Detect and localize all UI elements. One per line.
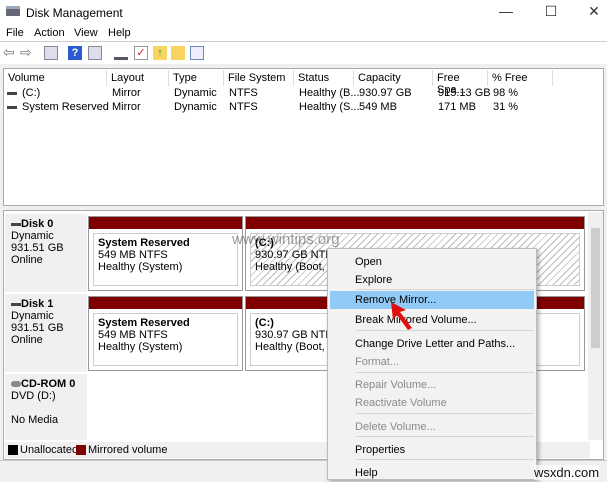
menu-item-change-drive-letter[interactable]: Change Drive Letter and Paths...	[328, 335, 536, 353]
cell-free-space: 915.13 GB	[438, 87, 491, 99]
disk-icon	[11, 302, 21, 306]
minimize-button[interactable]: —	[491, 3, 521, 21]
menu-view[interactable]: View	[74, 27, 98, 39]
partition-status: Healthy (System)	[98, 261, 183, 273]
menu-action[interactable]: Action	[34, 27, 65, 39]
column-file-system[interactable]: File System	[224, 70, 294, 86]
disk-name: CD-ROM 0	[21, 378, 76, 390]
menu-bar: File Action View Help	[0, 24, 607, 42]
partition-size: 549 MB NTFS	[98, 249, 168, 261]
legend-swatch-unallocated	[8, 445, 18, 455]
menu-item-break-mirrored-volume[interactable]: Break Mirrored Volume...	[328, 311, 536, 329]
context-menu: Open Explore Remove Mirror... Break Mirr…	[327, 248, 537, 480]
partition-status: Healthy (System)	[98, 341, 183, 353]
disk-type: DVD (D:)	[11, 390, 56, 402]
console-tree-icon[interactable]	[44, 46, 58, 60]
cell-capacity: 549 MB	[359, 101, 397, 113]
menu-item-open[interactable]: Open	[328, 253, 536, 271]
disk-type: Dynamic	[11, 230, 54, 242]
partition-size: 549 MB NTFS	[98, 329, 168, 341]
connect-icon[interactable]	[114, 46, 128, 60]
legend-swatch-mirrored	[76, 445, 86, 455]
cell-capacity: 930.97 GB	[359, 87, 412, 99]
disk-management-icon	[6, 6, 20, 16]
cell-layout: Mirror	[112, 101, 141, 113]
disk-state: No Media	[11, 414, 59, 426]
disk-size: 931.51 GB	[11, 242, 64, 254]
menu-item-properties[interactable]: Properties	[328, 441, 536, 459]
cell-percent-free: 98 %	[493, 87, 519, 99]
menu-item-reactivate-volume: Reactivate Volume	[355, 397, 447, 409]
cdrom-icon	[11, 381, 21, 388]
disk-1-label[interactable]: Disk 1 Dynamic 931.51 GB Online	[5, 294, 87, 372]
maximize-button[interactable]: ☐	[536, 3, 566, 21]
vertical-scrollbar[interactable]	[588, 212, 603, 440]
menu-item-remove-mirror[interactable]: Remove Mirror...	[330, 291, 534, 309]
title-bar: Disk Management — ☐ ✕	[0, 0, 607, 24]
cell-layout: Mirror	[112, 87, 141, 99]
column-volume[interactable]: Volume	[4, 70, 107, 86]
column-layout[interactable]: Layout	[107, 70, 169, 86]
partition-name: System Reserved	[98, 317, 190, 329]
disk-name: Disk 0	[21, 218, 54, 230]
disk-0-label[interactable]: Disk 0 Dynamic 931.51 GB Online	[5, 214, 87, 292]
cdrom-0-label[interactable]: CD-ROM 0 DVD (D:) No Media	[5, 374, 87, 440]
column-capacity[interactable]: Capacity	[354, 70, 433, 86]
column-percent-free[interactable]: % Free	[488, 70, 553, 86]
column-status[interactable]: Status	[294, 70, 354, 86]
disk-size: 931.51 GB	[11, 322, 64, 334]
folder-up-icon[interactable]: ↑	[153, 46, 167, 60]
cell-status: Healthy (S...	[299, 101, 360, 113]
cell-type: Dynamic	[174, 87, 217, 99]
table-row[interactable]: (C:) Mirror Dynamic NTFS Healthy (B... 9…	[4, 87, 584, 101]
cell-percent-free: 31 %	[493, 101, 519, 113]
disk-state: Online	[11, 254, 43, 266]
watermark: www.wintips.org	[232, 231, 340, 248]
legend-unallocated: Unallocated	[20, 444, 79, 456]
forward-icon[interactable]: ⇨	[20, 45, 34, 60]
cell-volume: (C:)	[22, 87, 41, 99]
folder-search-icon[interactable]	[171, 46, 185, 60]
menu-item-delete-volume: Delete Volume...	[355, 421, 436, 433]
partition-name: System Reserved	[98, 237, 190, 249]
column-type[interactable]: Type	[169, 70, 224, 86]
disk-name: Disk 1	[21, 298, 54, 310]
menu-file[interactable]: File	[6, 27, 24, 39]
window-title: Disk Management	[26, 6, 123, 20]
volume-icon	[7, 92, 17, 95]
disk-icon	[11, 222, 21, 226]
table-row[interactable]: System Reserved Mirror Dynamic NTFS Heal…	[4, 101, 584, 115]
action-pane-icon[interactable]	[88, 46, 102, 60]
cell-status: Healthy (B...	[299, 87, 360, 99]
menu-help[interactable]: Help	[108, 27, 131, 39]
column-free-space[interactable]: Free Spa...	[433, 70, 488, 96]
partition-system-reserved[interactable]: System Reserved 549 MB NTFS Healthy (Syste…	[88, 216, 243, 291]
properties-icon[interactable]	[190, 46, 204, 60]
scroll-thumb[interactable]	[591, 228, 600, 348]
menu-item-explore[interactable]: Explore	[328, 271, 536, 289]
menu-item-help[interactable]: Help	[328, 464, 536, 482]
watermark: wsxdn.com	[534, 465, 600, 480]
back-icon[interactable]: ⇦	[3, 45, 17, 60]
menu-item-repair-volume: Repair Volume...	[355, 379, 437, 391]
cell-file-system: NTFS	[229, 87, 258, 99]
cell-free-space: 171 MB	[438, 101, 476, 113]
partition-system-reserved[interactable]: System Reserved 549 MB NTFS Healthy (Syste…	[88, 296, 243, 371]
disk-state: Online	[11, 334, 43, 346]
cell-type: Dynamic	[174, 101, 217, 113]
help-icon[interactable]: ?	[68, 46, 82, 60]
disk-type: Dynamic	[11, 310, 54, 322]
menu-item-format: Format...	[355, 356, 400, 368]
partition-name: (C:)	[255, 317, 274, 329]
legend-mirrored-volume: Mirrored volume	[88, 444, 168, 456]
red-arrow-cursor-icon	[391, 302, 412, 330]
cell-file-system: NTFS	[229, 101, 258, 113]
close-button[interactable]: ✕	[579, 3, 607, 21]
volume-icon	[7, 106, 17, 109]
checklist-icon[interactable]: ✓	[134, 46, 148, 60]
cell-volume: System Reserved	[22, 101, 109, 113]
